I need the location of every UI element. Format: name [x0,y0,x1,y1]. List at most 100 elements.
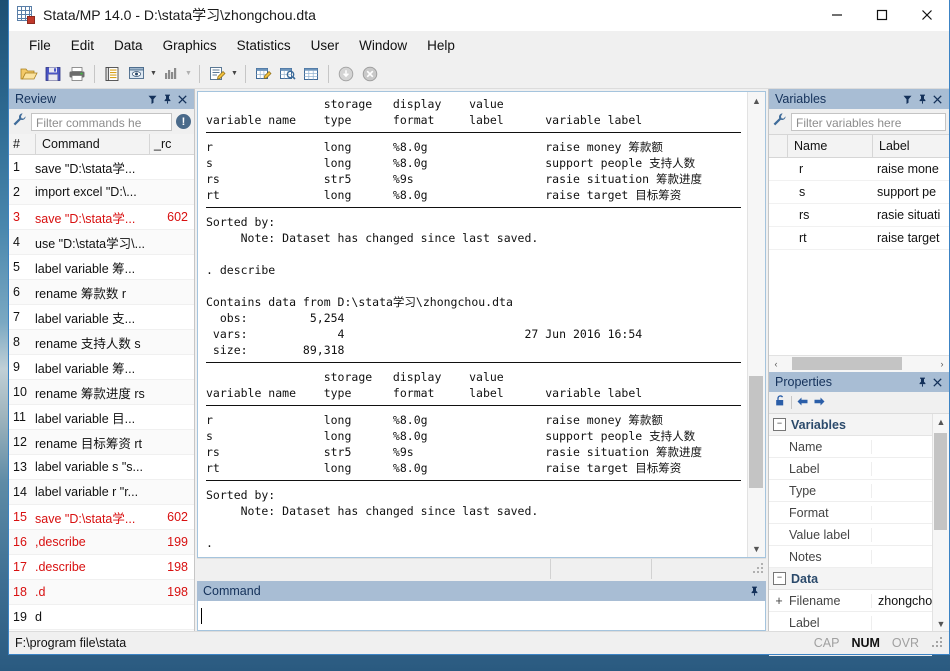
review-col-rc[interactable]: _rc [149,134,194,154]
properties-row-expander[interactable]: + [769,594,789,608]
results-output[interactable]: storage display value variable name type … [198,92,747,557]
expand-icon[interactable]: + [775,594,782,608]
properties-row[interactable]: Label [769,458,932,480]
viewer-icon[interactable] [124,62,148,86]
properties-row[interactable]: Notes [769,546,932,568]
results-scroll-thumb[interactable] [749,376,763,489]
data-editor-edit-icon[interactable] [251,62,275,86]
variables-scroll-track[interactable] [783,356,935,372]
back-arrow-icon[interactable] [796,394,809,412]
wrench-icon[interactable] [12,112,27,132]
properties-rows[interactable]: − Variables Name Label Type Format Value label… [769,414,932,656]
variables-row[interactable]: rs rasie situati [769,204,949,227]
review-row[interactable]: 4 use "D:\stata学习\... [9,230,194,255]
variables-horizontal-scrollbar[interactable]: ‹ › [769,355,949,372]
close-button[interactable] [904,0,949,30]
graph-dropdown-arrow[interactable]: ▼ [183,62,194,86]
review-row[interactable]: 5 label variable 筹... [9,255,194,280]
close-icon[interactable] [175,91,190,107]
break-icon[interactable] [358,62,382,86]
properties-group-header[interactable]: − Data [769,568,932,590]
variables-row[interactable]: rt raise target [769,227,949,250]
scroll-down-icon[interactable]: ▼ [933,616,949,631]
review-row[interactable]: 2 import excel "D:\... [9,180,194,205]
resize-grip-icon[interactable] [752,563,764,575]
review-filter-input[interactable]: Filter commands he [31,112,172,131]
minimize-button[interactable] [814,0,859,30]
variables-col-name[interactable]: Name [787,135,872,157]
results-vertical-scrollbar[interactable]: ▲ ▼ [747,92,765,557]
menu-help[interactable]: Help [417,34,465,57]
menu-window[interactable]: Window [349,34,417,57]
review-row[interactable]: 10 rename 筹款进度 rs [9,380,194,405]
more-icon[interactable] [334,62,358,86]
forward-arrow-icon[interactable] [813,394,826,412]
review-row[interactable]: 16 ,describe 199 [9,530,194,555]
menu-user[interactable]: User [301,34,350,57]
variables-scroll-thumb[interactable] [792,357,902,370]
menu-data[interactable]: Data [104,34,153,57]
variables-col-check[interactable] [769,135,787,157]
data-editor-browse-icon[interactable] [275,62,299,86]
command-input[interactable] [197,601,766,631]
review-col-num[interactable]: # [9,134,35,154]
maximize-button[interactable] [859,0,904,30]
review-row[interactable]: 1 save "D:\stata学... [9,155,194,180]
collapse-icon[interactable]: − [773,572,786,585]
variables-list[interactable]: r raise mone s support pe rs rasie situati rt r… [769,158,949,355]
menu-file[interactable]: File [19,34,61,57]
properties-scrollbar[interactable]: ▲ ▼ [932,414,949,631]
variables-row[interactable]: s support pe [769,181,949,204]
review-row[interactable]: 11 label variable 目... [9,405,194,430]
filter-icon[interactable] [900,91,915,107]
close-icon[interactable] [930,91,945,107]
review-row[interactable]: 15 save "D:\stata学... 602 [9,505,194,530]
review-row[interactable]: 13 label variable s "s... [9,455,194,480]
scroll-down-icon[interactable]: ▼ [748,540,765,557]
collapse-icon[interactable]: − [773,418,786,431]
review-row[interactable]: 17 .describe 198 [9,555,194,580]
do-editor-icon[interactable] [205,62,229,86]
review-command-list[interactable]: 1 save "D:\stata学... 2 import excel "D:\...… [9,155,194,631]
properties-row[interactable]: + Filename zhongchou [769,590,932,612]
pin-icon[interactable] [915,91,930,107]
viewer-dropdown-arrow[interactable]: ▼ [148,62,159,86]
variables-row[interactable]: r raise mone [769,158,949,181]
review-row[interactable]: 9 label variable 筹... [9,355,194,380]
review-row[interactable]: 3 save "D:\stata学... 602 [9,205,194,230]
scroll-up-icon[interactable]: ▲ [748,92,765,109]
variables-manager-icon[interactable] [299,62,323,86]
properties-scroll-track[interactable] [933,429,949,616]
open-file-icon[interactable] [17,62,41,86]
properties-row[interactable]: Type [769,480,932,502]
properties-row[interactable]: Name [769,436,932,458]
save-icon[interactable] [41,62,65,86]
scroll-left-icon[interactable]: ‹ [769,356,783,372]
variables-col-label[interactable]: Label [872,135,949,157]
pin-icon[interactable] [915,374,930,390]
graph-icon[interactable] [159,62,183,86]
review-row[interactable]: 6 rename 筹款数 r [9,280,194,305]
results-scroll-track[interactable] [748,109,765,540]
scroll-up-icon[interactable]: ▲ [933,414,949,429]
properties-scroll-thumb[interactable] [934,432,947,530]
window-resize-grip-icon[interactable] [931,637,943,649]
properties-group-header[interactable]: − Variables [769,414,932,436]
close-icon[interactable] [930,374,945,390]
wrench-icon[interactable] [772,112,787,132]
menu-statistics[interactable]: Statistics [227,34,301,57]
review-row[interactable]: 8 rename 支持人数 s [9,330,194,355]
info-icon[interactable]: ! [176,114,191,129]
lock-icon[interactable] [774,394,787,412]
review-row[interactable]: 14 label variable r "r... [9,480,194,505]
scroll-right-icon[interactable]: › [935,356,949,372]
filter-icon[interactable] [145,91,160,107]
log-icon[interactable] [100,62,124,86]
review-row[interactable]: 7 label variable 支... [9,305,194,330]
print-icon[interactable] [65,62,89,86]
review-col-command[interactable]: Command [35,134,149,154]
review-row[interactable]: 12 rename 目标筹资 rt [9,430,194,455]
do-editor-dropdown-arrow[interactable]: ▼ [229,62,240,86]
properties-row[interactable]: Value label [769,524,932,546]
menu-graphics[interactable]: Graphics [153,34,227,57]
